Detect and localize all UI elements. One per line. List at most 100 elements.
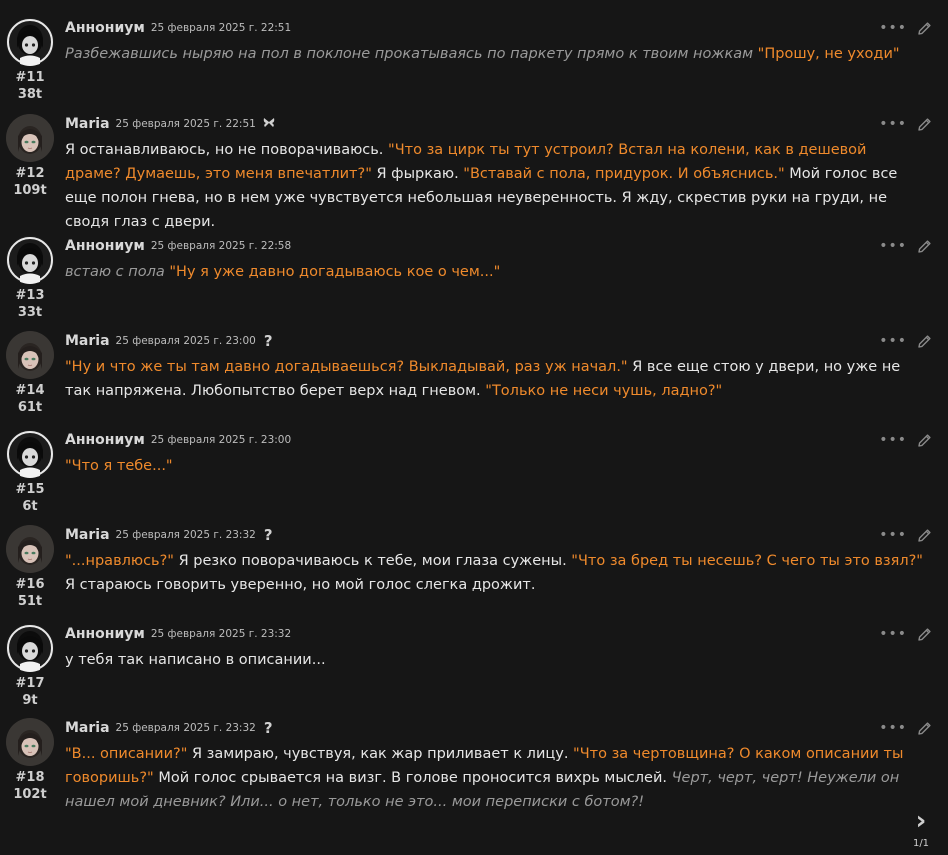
chevron-right-icon[interactable]: › xyxy=(906,808,936,834)
author-name: Maria xyxy=(65,116,110,132)
message-actions: ••• xyxy=(879,114,932,134)
more-icon[interactable]: ••• xyxy=(879,331,907,351)
message-number: #15 xyxy=(15,482,45,497)
quote-text: "Что я тебе..." xyxy=(65,458,173,474)
author-name: Аннониум xyxy=(65,432,145,448)
message-header: Аннониум 25 февраля 2025 г. 22:58 xyxy=(65,236,291,256)
avatar[interactable] xyxy=(6,236,54,284)
more-icon[interactable]: ••• xyxy=(879,18,907,38)
avatar[interactable] xyxy=(6,624,54,672)
edit-icon[interactable] xyxy=(917,721,932,736)
message-body: встаю с пола "Ну я уже давно догадываюсь… xyxy=(65,260,925,284)
chat-feed: #11 38t Аннониум 25 февраля 2025 г. 22:51 ••… xyxy=(0,0,948,855)
edit-icon[interactable] xyxy=(917,627,932,642)
message-body: у тебя так написано в описании... xyxy=(65,648,925,672)
message-date: 25 февраля 2025 г. 22:51 xyxy=(115,118,256,130)
avatar[interactable] xyxy=(6,430,54,478)
author-name: Maria xyxy=(65,527,110,543)
narration-text: Мой голос срывается на визг. В голове пр… xyxy=(153,770,672,786)
more-icon[interactable]: ••• xyxy=(879,718,907,738)
message-number: #12 xyxy=(15,166,45,181)
message-date: 25 февраля 2025 г. 23:32 xyxy=(150,628,292,640)
quote-text: "Ну и что же ты там давно догадываешься?… xyxy=(65,359,628,375)
narration-text: Я стараюсь говорить уверенно, но мой гол… xyxy=(65,577,536,593)
token-count: 6t xyxy=(22,499,38,514)
message-body: "Что я тебе..." xyxy=(65,454,925,478)
narration-text: Я резко поворачиваюсь к тебе, мои глаза … xyxy=(173,553,572,569)
quote-text: "Вставай с пола, придурок. И объяснись." xyxy=(463,166,785,182)
more-icon[interactable]: ••• xyxy=(879,236,907,256)
message-header: Maria 25 февраля 2025 г. 23:00? xyxy=(65,331,273,351)
token-count: 102t xyxy=(13,787,47,802)
message-body: Я останавливаюсь, но не поворачиваюсь. "… xyxy=(65,138,925,234)
action-text: Разбежавшись ныряю на пол в поклоне прок… xyxy=(65,46,758,62)
message-header: Аннониум 25 февраля 2025 г. 23:32 xyxy=(65,624,291,644)
narration-text: Я фыркаю. xyxy=(371,166,464,182)
token-count: 109t xyxy=(13,183,47,198)
pager: › 1/1 xyxy=(906,808,936,849)
message-date: 25 февраля 2025 г. 23:32 xyxy=(115,529,256,541)
avatar[interactable] xyxy=(6,114,54,162)
author-name: Аннониум xyxy=(65,626,145,642)
message-actions: ••• xyxy=(879,18,932,38)
narration-text: Я замираю, чувствуя, как жар приливает к… xyxy=(187,746,574,762)
message-number: #17 xyxy=(15,676,45,691)
more-icon[interactable]: ••• xyxy=(879,114,907,134)
message-actions: ••• xyxy=(879,331,932,351)
message-number: #14 xyxy=(15,383,45,398)
edit-icon[interactable] xyxy=(917,334,932,349)
message-actions: ••• xyxy=(879,718,932,738)
edit-icon[interactable] xyxy=(917,21,932,36)
more-icon[interactable]: ••• xyxy=(879,430,907,450)
message-number: #13 xyxy=(15,288,45,303)
token-count: 51t xyxy=(17,594,43,609)
token-count: 61t xyxy=(17,400,43,415)
question-badge: ? xyxy=(263,719,273,737)
more-icon[interactable]: ••• xyxy=(879,525,907,545)
message-number: #16 xyxy=(15,577,45,592)
author-name: Аннониум xyxy=(65,20,145,36)
quote-text: "В... описании?" xyxy=(65,746,188,762)
message-body: "...нравлюсь?" Я резко поворачиваюсь к т… xyxy=(65,549,925,597)
more-icon[interactable]: ••• xyxy=(879,624,907,644)
message-actions: ••• xyxy=(879,525,932,545)
message-header: Аннониум 25 февраля 2025 г. 22:51 xyxy=(65,18,291,38)
question-badge: ? xyxy=(263,526,273,544)
message-header: Аннониум 25 февраля 2025 г. 23:00 xyxy=(65,430,291,450)
message-body: "Ну и что же ты там давно догадываешься?… xyxy=(65,355,925,403)
message-number: #18 xyxy=(15,770,45,785)
avatar[interactable] xyxy=(6,331,54,379)
avatar[interactable] xyxy=(6,18,54,66)
token-count: 9t xyxy=(22,693,38,708)
message-date: 25 февраля 2025 г. 23:00 xyxy=(115,335,256,347)
message-date: 25 февраля 2025 г. 23:32 xyxy=(115,722,256,734)
message-date: 25 февраля 2025 г. 22:58 xyxy=(150,240,292,252)
edit-icon[interactable] xyxy=(917,239,932,254)
edit-icon[interactable] xyxy=(917,433,932,448)
message-body: "В... описании?" Я замираю, чувствуя, ка… xyxy=(65,742,925,814)
edit-icon[interactable] xyxy=(917,528,932,543)
narration-text: Я останавливаюсь, но не поворачиваюсь. xyxy=(65,142,389,158)
token-count: 33t xyxy=(17,305,43,320)
narration-text: у тебя так написано в описании... xyxy=(65,652,326,668)
message-header: Maria 25 февраля 2025 г. 23:32? xyxy=(65,718,273,738)
author-name: Maria xyxy=(65,333,110,349)
author-name: Аннониум xyxy=(65,238,145,254)
edit-icon[interactable] xyxy=(917,117,932,132)
message-header: Maria 25 февраля 2025 г. 22:51 xyxy=(65,114,275,134)
butterfly-icon xyxy=(263,117,275,131)
token-count: 38t xyxy=(17,87,43,102)
avatar[interactable] xyxy=(6,718,54,766)
message-actions: ••• xyxy=(879,624,932,644)
quote-text: "Что за бред ты несешь? С чего ты это вз… xyxy=(571,553,923,569)
message-actions: ••• xyxy=(879,430,932,450)
message-date: 25 февраля 2025 г. 22:51 xyxy=(150,22,292,34)
quote-text: "...нравлюсь?" xyxy=(65,553,174,569)
message-date: 25 февраля 2025 г. 23:00 xyxy=(150,434,292,446)
avatar[interactable] xyxy=(6,525,54,573)
message-body: Разбежавшись ныряю на пол в поклоне прок… xyxy=(65,42,925,66)
quote-text: "Прошу, не уходи" xyxy=(757,46,900,62)
author-name: Maria xyxy=(65,720,110,736)
page-indicator: 1/1 xyxy=(912,838,930,849)
message-actions: ••• xyxy=(879,236,932,256)
